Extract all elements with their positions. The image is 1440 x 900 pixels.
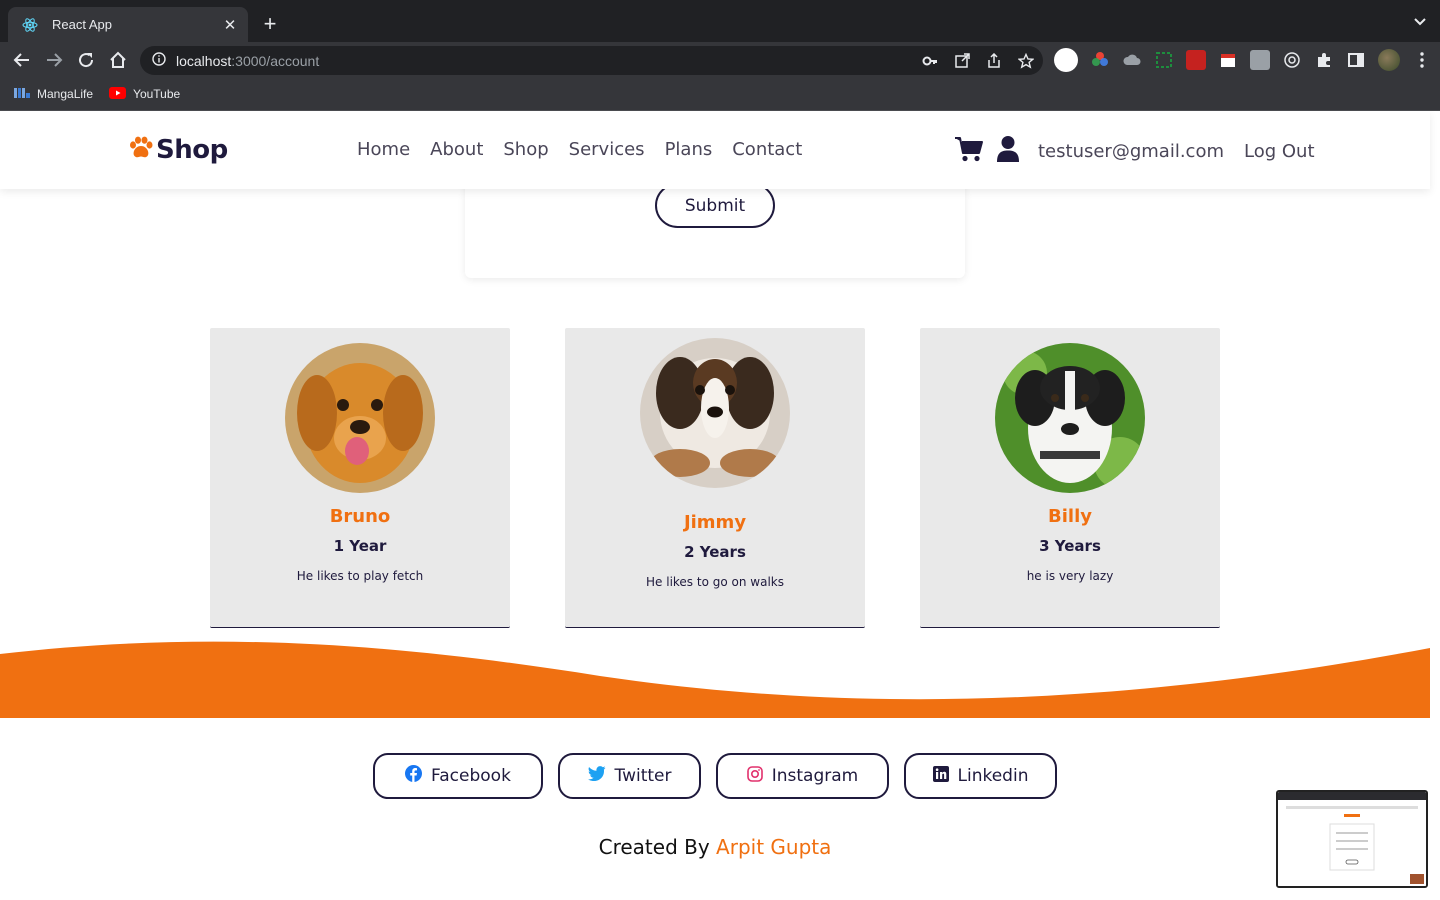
home-icon[interactable] bbox=[108, 50, 128, 70]
open-external-icon[interactable] bbox=[953, 52, 971, 70]
side-panel-icon[interactable] bbox=[1346, 50, 1366, 70]
nav-link-services[interactable]: Services bbox=[569, 139, 645, 160]
chevron-down-icon[interactable] bbox=[1412, 13, 1428, 29]
nav-link-contact[interactable]: Contact bbox=[732, 139, 802, 160]
forward-icon[interactable] bbox=[44, 50, 64, 70]
url-path: :3000/account bbox=[231, 52, 320, 69]
pet-card-bruno: Bruno 1 Year He likes to play fetch bbox=[210, 328, 510, 628]
social-label: Instagram bbox=[771, 766, 859, 786]
social-links: Facebook Twitter Instagram Linkedin bbox=[373, 753, 1057, 799]
screenshot-extension-icon[interactable] bbox=[1154, 50, 1174, 70]
site-info-icon[interactable] bbox=[152, 51, 166, 70]
key-icon[interactable] bbox=[921, 52, 939, 70]
screen-preview-thumbnail[interactable] bbox=[1276, 790, 1428, 888]
tab-close-icon[interactable]: ✕ bbox=[222, 16, 238, 34]
cart-icon[interactable] bbox=[954, 135, 984, 167]
site-logo[interactable]: Shop bbox=[128, 135, 228, 165]
twitter-icon bbox=[587, 766, 606, 786]
instagram-button[interactable]: Instagram bbox=[716, 753, 889, 799]
nav-link-plans[interactable]: Plans bbox=[665, 139, 713, 160]
bookmark-mangalife[interactable]: MangaLife bbox=[14, 87, 93, 102]
instagram-icon bbox=[746, 765, 763, 787]
color-wheel-extension-icon[interactable] bbox=[1090, 50, 1110, 70]
pet-age: 1 Year bbox=[333, 537, 387, 555]
cloud-extension-icon[interactable] bbox=[1122, 50, 1142, 70]
red-extension-icon[interactable] bbox=[1186, 50, 1206, 70]
r-extension-icon[interactable] bbox=[1250, 50, 1270, 70]
bookmark-label: MangaLife bbox=[37, 87, 94, 101]
logout-link[interactable]: Log Out bbox=[1244, 141, 1315, 162]
pet-age: 3 Years bbox=[1039, 537, 1101, 555]
nav-link-shop[interactable]: Shop bbox=[503, 139, 548, 160]
linkedin-icon bbox=[932, 765, 949, 787]
more-menu-icon[interactable] bbox=[1412, 50, 1432, 70]
pet-photo-billy bbox=[995, 343, 1145, 493]
react-icon bbox=[22, 17, 38, 33]
new-tab-button[interactable]: + bbox=[258, 12, 282, 36]
site-navbar: Shop Home About Shop Services Plans Cont… bbox=[0, 111, 1430, 189]
tab-title: React App bbox=[52, 17, 112, 32]
browser-tabstrip: React App ✕ + bbox=[0, 0, 1440, 42]
reload-icon[interactable] bbox=[76, 50, 96, 70]
footer-credit: Created By Arpit Gupta bbox=[0, 835, 1430, 859]
submit-button[interactable]: Submit bbox=[655, 183, 775, 228]
back-icon[interactable] bbox=[12, 50, 32, 70]
pet-age: 2 Years bbox=[684, 543, 746, 561]
credit-prefix: Created By bbox=[598, 835, 710, 859]
profile-circle-icon[interactable] bbox=[1054, 48, 1078, 72]
bookmark-youtube[interactable]: YouTube bbox=[109, 86, 181, 102]
twitter-button[interactable]: Twitter bbox=[558, 753, 701, 799]
pet-description: He likes to play fetch bbox=[296, 569, 424, 583]
linkedin-button[interactable]: Linkedin bbox=[904, 753, 1057, 799]
pet-card-billy: Billy 3 Years he is very lazy bbox=[920, 328, 1220, 628]
youtube-icon bbox=[109, 86, 127, 102]
user-nav: testuser@gmail.com Log Out bbox=[954, 135, 1315, 167]
bookmark-label: YouTube bbox=[133, 87, 181, 101]
pet-name: Jimmy bbox=[683, 512, 747, 533]
pet-photo-bruno bbox=[285, 343, 435, 493]
puzzle-icon[interactable] bbox=[1314, 50, 1334, 70]
pet-name: Billy bbox=[1048, 506, 1092, 527]
star-icon[interactable] bbox=[1017, 52, 1035, 70]
url-host: localhost bbox=[176, 52, 232, 69]
user-icon[interactable] bbox=[996, 135, 1020, 167]
mangalife-icon bbox=[14, 87, 30, 102]
nav-link-home[interactable]: Home bbox=[357, 139, 410, 160]
pet-description: he is very lazy bbox=[1026, 569, 1114, 583]
pet-card-jimmy: Jimmy 2 Years He likes to go on walks bbox=[565, 328, 865, 628]
address-bar[interactable]: localhost:3000/account bbox=[140, 46, 1043, 75]
calendar-extension-icon[interactable] bbox=[1218, 50, 1238, 70]
target-extension-icon[interactable] bbox=[1282, 50, 1302, 70]
pet-photo-jimmy bbox=[640, 338, 790, 488]
share-icon[interactable] bbox=[985, 52, 1003, 70]
avatar[interactable] bbox=[1378, 49, 1400, 71]
browser-tab[interactable]: React App ✕ bbox=[8, 7, 248, 42]
browser-toolbar: localhost:3000/account bbox=[0, 42, 1440, 78]
pet-description: He likes to go on walks bbox=[646, 575, 784, 589]
nav-link-about[interactable]: About bbox=[430, 139, 483, 160]
social-label: Facebook bbox=[431, 766, 511, 786]
page-content: Shop Home About Shop Services Plans Cont… bbox=[0, 111, 1440, 900]
bookmarks-bar: MangaLife YouTube bbox=[0, 78, 1440, 111]
social-label: Linkedin bbox=[957, 766, 1029, 786]
facebook-button[interactable]: Facebook bbox=[373, 753, 543, 799]
main-menu: Home About Shop Services Plans Contact bbox=[357, 139, 802, 160]
footer-wave bbox=[0, 641, 1430, 718]
user-email: testuser@gmail.com bbox=[1038, 140, 1224, 162]
paw-icon bbox=[128, 136, 154, 164]
facebook-icon bbox=[405, 765, 423, 787]
credit-author[interactable]: Arpit Gupta bbox=[716, 835, 831, 859]
logo-text: Shop bbox=[156, 135, 228, 165]
pet-name: Bruno bbox=[329, 506, 391, 527]
social-label: Twitter bbox=[614, 766, 672, 786]
